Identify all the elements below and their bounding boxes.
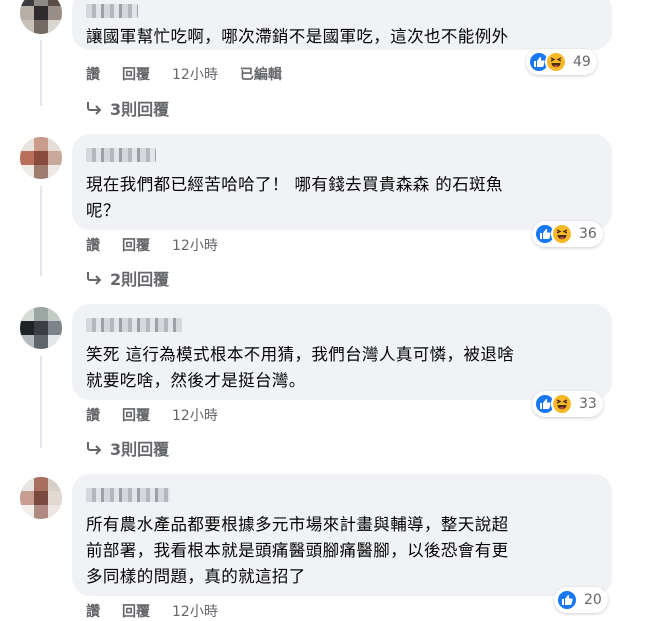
reaction-count: 20: [584, 592, 602, 608]
replies-count-label: 3則回覆: [110, 440, 170, 459]
edited-label[interactable]: 已編輯: [240, 64, 282, 84]
comment-actions: 讚 回覆 12小時 已編輯: [86, 64, 304, 84]
avatar-pixel: [34, 307, 48, 321]
haha-icon: [551, 393, 573, 415]
view-replies-link[interactable]: 2則回覆: [86, 266, 169, 290]
avatar-pixel: [34, 20, 48, 34]
avatar-pixel: [34, 165, 48, 179]
avatar-pixel: [20, 477, 34, 491]
haha-icon: [545, 51, 567, 73]
comment-text: 所有農水產品都要根據多元市場來計畫與輔導，整天說超 前部署，我看根本就是頭痛醫頭…: [86, 515, 509, 586]
like-button[interactable]: 讚: [86, 64, 100, 84]
reaction-count: 36: [579, 226, 597, 242]
like-button[interactable]: 讚: [86, 601, 100, 621]
reaction-summary[interactable]: 49: [526, 49, 597, 75]
avatar-pixel: [20, 151, 34, 165]
avatar-pixel: [34, 137, 48, 151]
avatar-pixel: [20, 505, 34, 519]
comment-text: 現在我們都已經苦哈哈了！ 哪有錢去買貴森森 的石斑魚 呢？: [86, 175, 503, 220]
reaction-count: 33: [579, 396, 597, 412]
avatar-pixel: [48, 20, 62, 34]
redacted-author-name[interactable]: [86, 488, 170, 502]
like-icon: [556, 589, 578, 611]
replies-count-label: 3則回覆: [110, 100, 170, 119]
timestamp[interactable]: 12小時: [172, 64, 218, 84]
thread-line: [40, 40, 42, 106]
avatar-pixel: [34, 321, 48, 335]
like-button[interactable]: 讚: [86, 405, 100, 425]
avatar-pixel: [20, 20, 34, 34]
comment-text: 笑死 這行為模式根本不用猜，我們台灣人真可憐，被退啥 就要吃啥，然後才是挺台灣。: [86, 345, 515, 390]
reply-button[interactable]: 回覆: [122, 235, 150, 255]
redacted-author-name[interactable]: [86, 318, 182, 332]
view-replies-link[interactable]: 3則回覆: [86, 96, 169, 120]
comment-actions: 讚 回覆 12小時: [86, 601, 240, 621]
avatar-pixel: [48, 505, 62, 519]
avatar-pixel: [20, 335, 34, 349]
thread-line: [40, 356, 42, 448]
reaction-summary[interactable]: 20: [554, 587, 608, 613]
avatar-pixel: [48, 165, 62, 179]
redacted-author-name[interactable]: [86, 4, 138, 18]
avatar[interactable]: [20, 0, 62, 34]
reply-arrow-icon: [87, 102, 102, 115]
timestamp[interactable]: 12小時: [172, 235, 218, 255]
comment-actions: 讚 回覆 12小時: [86, 235, 240, 255]
comment-actions: 讚 回覆 12小時: [86, 405, 240, 425]
reply-button[interactable]: 回覆: [122, 64, 150, 84]
avatar-pixel: [34, 151, 48, 165]
redacted-author-name[interactable]: [86, 148, 156, 162]
reply-arrow-icon: [87, 272, 102, 285]
haha-icon: [551, 223, 573, 245]
comment-bubble: 現在我們都已經苦哈哈了！ 哪有錢去買貴森森 的石斑魚 呢？: [72, 134, 612, 230]
reaction-summary[interactable]: 36: [532, 221, 603, 247]
avatar-pixel: [48, 6, 62, 20]
avatar-pixel: [34, 6, 48, 20]
comment-text: 讓國軍幫忙吃啊，哪次滯銷不是國軍吃，這次也不能例外: [86, 27, 509, 46]
view-replies-link[interactable]: 3則回覆: [86, 436, 169, 460]
avatar-pixel: [34, 477, 48, 491]
avatar[interactable]: [20, 307, 62, 349]
timestamp[interactable]: 12小時: [172, 601, 218, 621]
thread-line: [40, 186, 42, 276]
avatar-pixel: [34, 491, 48, 505]
reaction-summary[interactable]: 33: [532, 391, 603, 417]
avatar[interactable]: [20, 137, 62, 179]
comment-bubble: 所有農水產品都要根據多元市場來計畫與輔導，整天說超 前部署，我看根本就是頭痛醫頭…: [72, 474, 612, 596]
avatar-pixel: [48, 307, 62, 321]
avatar-pixel: [20, 321, 34, 335]
avatar-pixel: [20, 165, 34, 179]
avatar-pixel: [34, 505, 48, 519]
replies-count-label: 2則回覆: [110, 270, 170, 289]
avatar-pixel: [48, 491, 62, 505]
avatar[interactable]: [20, 477, 62, 519]
reply-arrow-icon: [87, 442, 102, 455]
avatar-pixel: [48, 137, 62, 151]
avatar-pixel: [20, 137, 34, 151]
reply-button[interactable]: 回覆: [122, 405, 150, 425]
avatar-pixel: [48, 477, 62, 491]
avatar-pixel: [48, 335, 62, 349]
avatar-pixel: [48, 151, 62, 165]
like-button[interactable]: 讚: [86, 235, 100, 255]
avatar-pixel: [20, 6, 34, 20]
reaction-count: 49: [573, 54, 591, 70]
timestamp[interactable]: 12小時: [172, 405, 218, 425]
reply-button[interactable]: 回覆: [122, 601, 150, 621]
avatar-pixel: [48, 321, 62, 335]
avatar-pixel: [20, 491, 34, 505]
comment-bubble: 笑死 這行為模式根本不用猜，我們台灣人真可憐，被退啥 就要吃啥，然後才是挺台灣。: [72, 304, 612, 400]
avatar-pixel: [34, 335, 48, 349]
comment-bubble: 讓國軍幫忙吃啊，哪次滯銷不是國軍吃，這次也不能例外: [72, 0, 612, 50]
avatar-pixel: [20, 307, 34, 321]
